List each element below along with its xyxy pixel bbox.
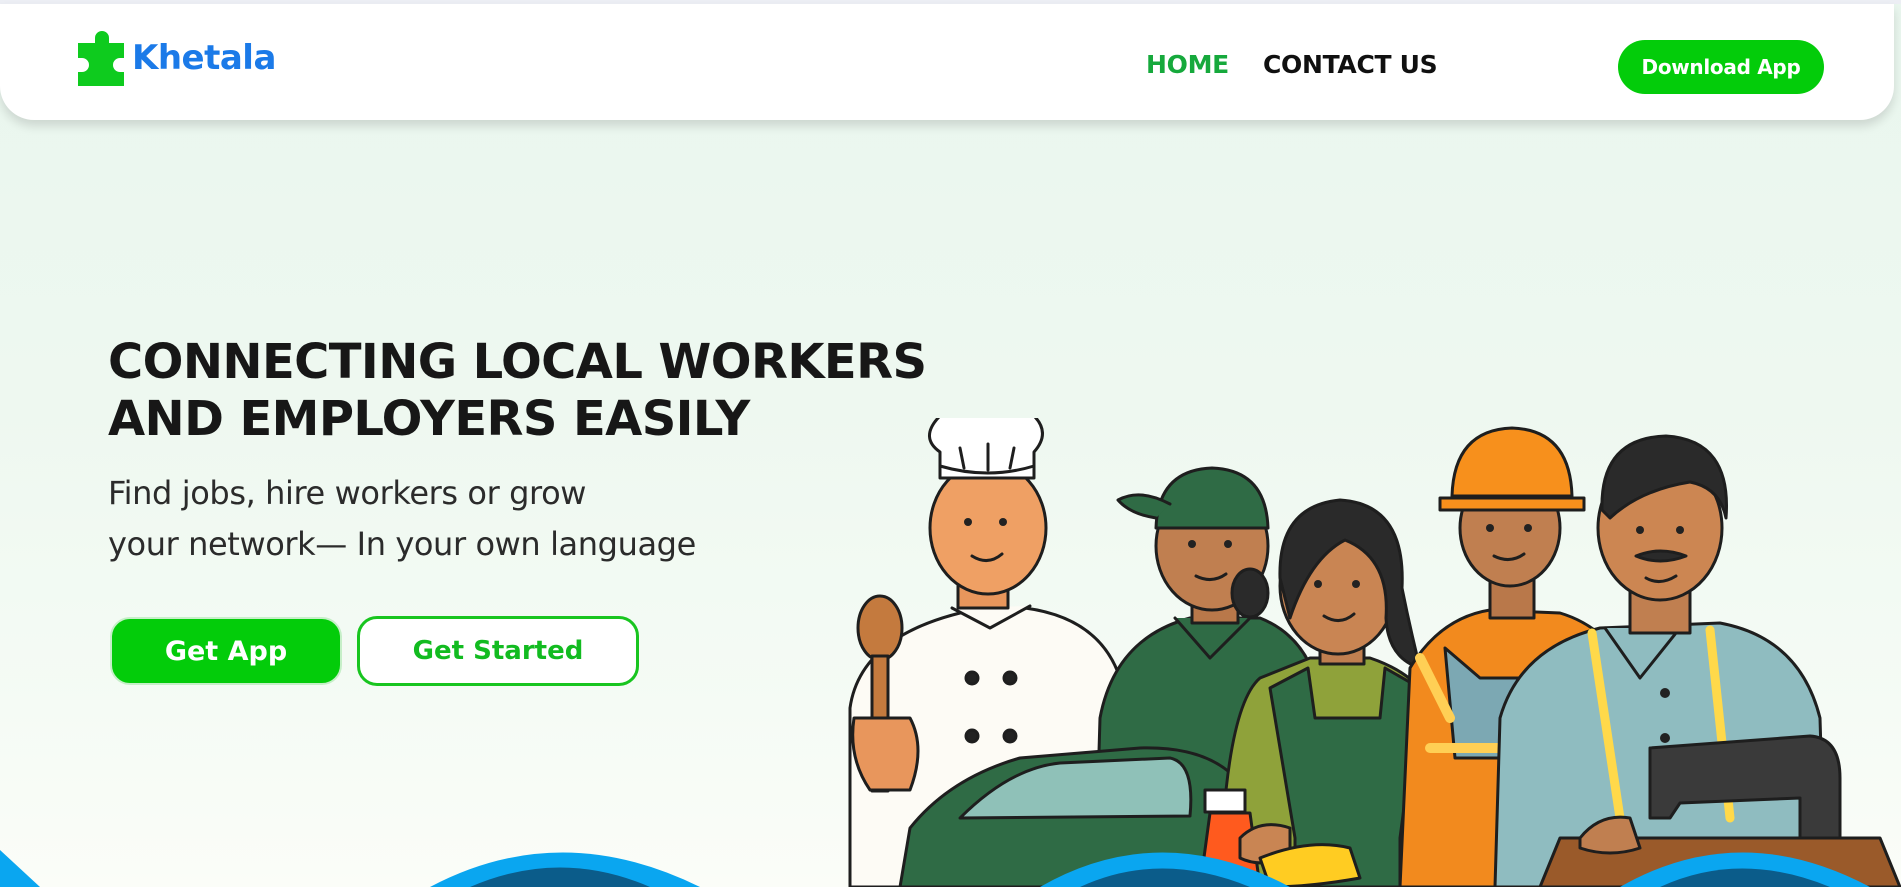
brand-name: Khetala: [132, 38, 276, 78]
get-app-button[interactable]: Get App: [110, 617, 342, 685]
hero-headline: CONNECTING LOCAL WORKERS AND EMPLOYERS E…: [108, 334, 968, 448]
landing-page: Khetala HOME CONTACT US Download App CON…: [0, 0, 1901, 887]
hero-subtext: Find jobs, hire workers or grow your net…: [108, 468, 748, 570]
nav-home-link[interactable]: HOME: [1146, 50, 1229, 79]
nav-contact-link[interactable]: CONTACT US: [1263, 50, 1438, 79]
get-started-button[interactable]: Get Started: [357, 616, 639, 686]
hero-headline-line-1: CONNECTING LOCAL WORKERS: [108, 334, 927, 390]
puzzle-piece-icon: [78, 31, 124, 86]
decorative-waves: [0, 850, 1870, 887]
workers-illustration: [848, 418, 1901, 887]
hero-headline-line-2: AND EMPLOYERS EASILY: [108, 391, 750, 447]
brand-logo-link[interactable]: Khetala: [78, 28, 276, 88]
hero-subtext-line-2: your network— In your own language: [108, 525, 696, 563]
download-app-button[interactable]: Download App: [1618, 40, 1824, 94]
navbar: Khetala HOME CONTACT US Download App: [0, 4, 1894, 120]
hero-subtext-line-1: Find jobs, hire workers or grow: [108, 474, 587, 512]
